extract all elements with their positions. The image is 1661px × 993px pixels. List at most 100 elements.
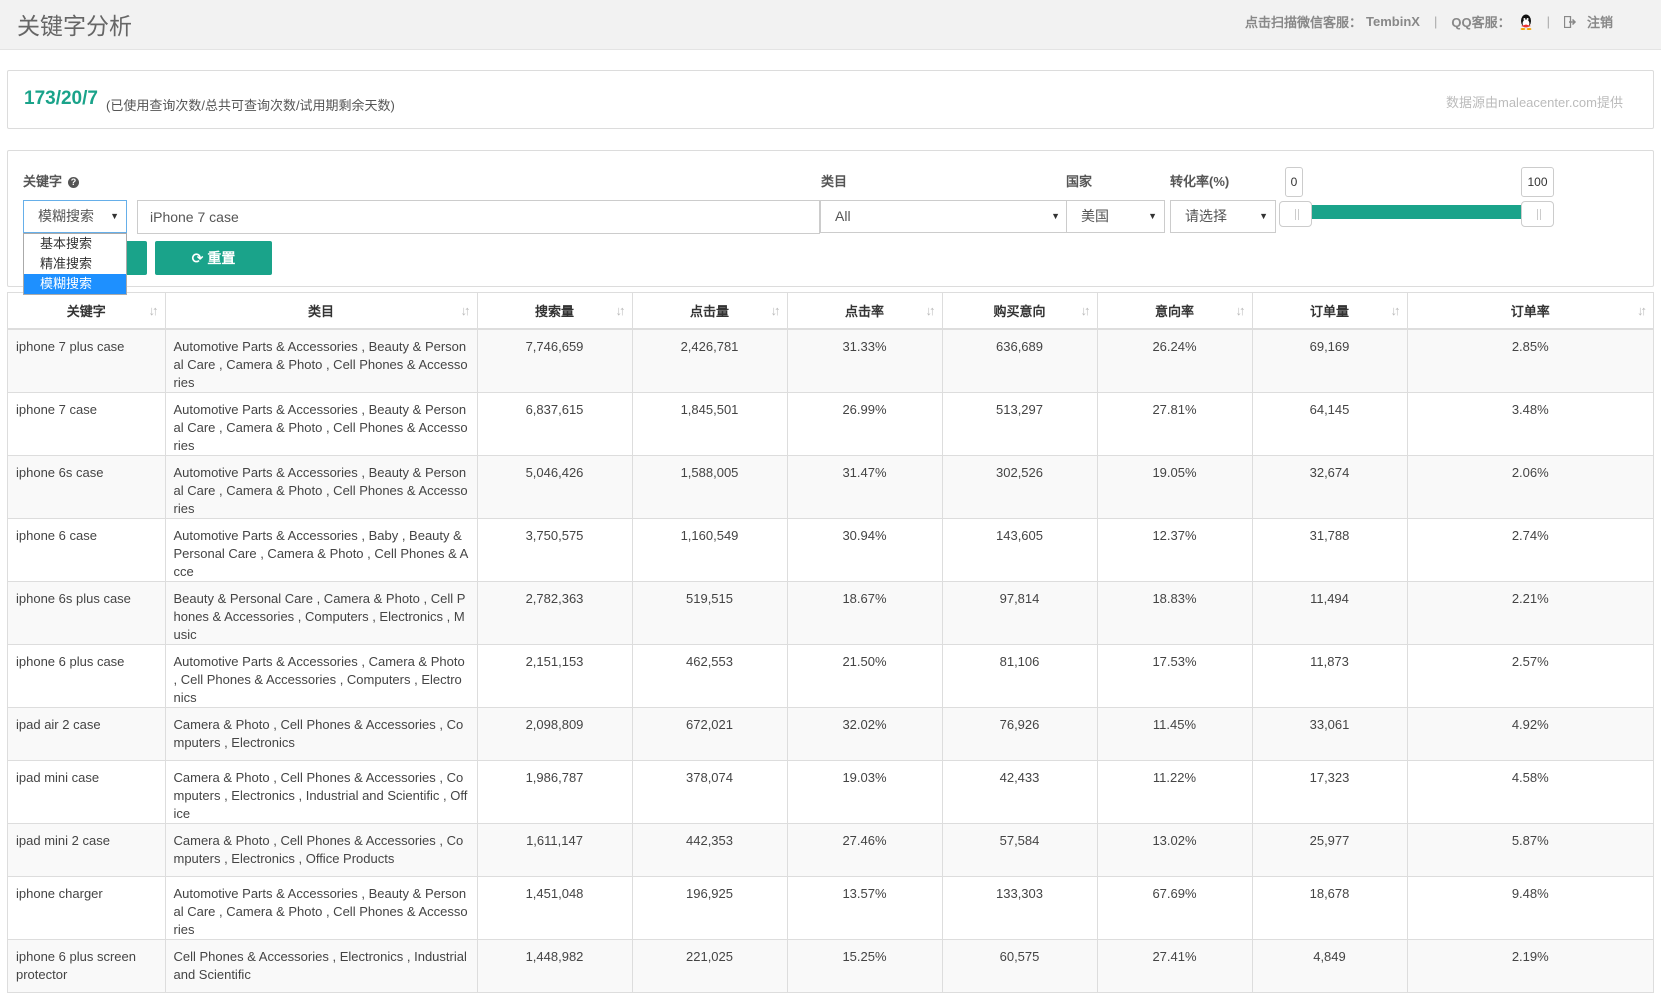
metric-cell: 15.25%	[787, 939, 943, 993]
qq-penguin-icon[interactable]	[1519, 14, 1533, 30]
table-row[interactable]: iphone 6 plus screen protector Cell Phone…	[8, 939, 1653, 993]
metric-cell: 25,977	[1252, 823, 1408, 877]
metric-cell: 76,926	[942, 707, 1098, 761]
column-header[interactable]: 关键字 ↓↑	[8, 293, 166, 330]
column-header[interactable]: 购买意向 ↓↑	[942, 293, 1098, 330]
metric-cell: 69,169	[1252, 329, 1408, 393]
column-header-label: 点击量	[689, 304, 729, 319]
metric-cell: 11,873	[1252, 644, 1408, 708]
sort-icon[interactable]: ↓↑	[771, 303, 781, 318]
table-row[interactable]: iphone 6s plus case Beauty & Personal Car…	[8, 581, 1653, 645]
wechat-label[interactable]: 点击扫描微信客服：	[1245, 12, 1362, 31]
search-mode-option-fuzzy[interactable]: 模糊搜索	[24, 274, 126, 294]
column-header-label: 点击率	[844, 304, 884, 319]
category-cell: Camera & Photo , Cell Phones & Accessori…	[165, 707, 478, 761]
column-header-label: 订单率	[1510, 304, 1550, 319]
keyword-cell: ipad air 2 case	[8, 707, 166, 761]
keyword-input[interactable]: iPhone 7 case	[137, 200, 820, 234]
table-row[interactable]: ipad mini 2 case Camera & Photo , Cell Ph…	[8, 823, 1653, 877]
keyword-label-text: 关键字	[23, 174, 63, 189]
sort-icon[interactable]: ↓↑	[461, 303, 471, 318]
metric-cell: 3,750,575	[477, 518, 633, 582]
metric-cell: 32,674	[1252, 455, 1408, 519]
metric-cell: 13.57%	[787, 876, 943, 940]
metric-cell: 1,451,048	[477, 876, 633, 940]
metric-cell: 11.45%	[1097, 707, 1253, 761]
metric-cell: 2.06%	[1407, 455, 1653, 519]
top-bar-links: 点击扫描微信客服： TembinX | QQ客服： | 注销	[1245, 12, 1613, 31]
usage-count: 173/20/7	[24, 88, 98, 109]
sort-icon[interactable]: ↓↑	[1637, 303, 1647, 318]
metric-cell: 5.87%	[1407, 823, 1653, 877]
reset-button-label: 重置	[207, 250, 236, 266]
country-value: 美国	[1081, 208, 1109, 224]
column-header[interactable]: 搜索量 ↓↑	[477, 293, 633, 330]
keyword-cell: ipad mini 2 case	[8, 823, 166, 877]
conversion-rate-select[interactable]: 请选择 ▼	[1170, 200, 1276, 233]
metric-cell: 2,098,809	[477, 707, 633, 761]
column-header[interactable]: 订单率 ↓↑	[1407, 293, 1653, 330]
table-row[interactable]: iphone 6s case Automotive Parts & Accesso…	[8, 455, 1653, 519]
top-bar: 关键字分析 点击扫描微信客服： TembinX | QQ客服： | 注销	[0, 0, 1661, 50]
metric-cell: 67.69%	[1097, 876, 1253, 940]
column-header-label: 购买意向	[993, 304, 1046, 319]
reset-button[interactable]: ⟳ 重置	[155, 241, 272, 275]
metric-cell: 519,515	[632, 581, 788, 645]
column-header[interactable]: 订单量 ↓↑	[1252, 293, 1408, 330]
column-header[interactable]: 点击量 ↓↑	[632, 293, 788, 330]
table-row[interactable]: iphone 6 plus case Automotive Parts & Acc…	[8, 644, 1653, 708]
metric-cell: 2.21%	[1407, 581, 1653, 645]
metric-cell: 4.58%	[1407, 760, 1653, 824]
column-header-label: 类目	[307, 304, 334, 319]
metric-cell: 17.53%	[1097, 644, 1253, 708]
sort-icon[interactable]: ↓↑	[1391, 303, 1401, 318]
metric-cell: 27.46%	[787, 823, 943, 877]
sort-icon[interactable]: ↓↑	[149, 303, 159, 318]
sort-icon[interactable]: ↓↑	[926, 303, 936, 318]
search-mode-option-exact[interactable]: 精准搜索	[24, 254, 126, 274]
column-header[interactable]: 类目 ↓↑	[165, 293, 478, 330]
logout-link[interactable]: 注销	[1587, 12, 1613, 31]
table-row[interactable]: ipad air 2 case Camera & Photo , Cell Pho…	[8, 707, 1653, 761]
category-select[interactable]: All ▼	[820, 200, 1068, 233]
metric-cell: 1,611,147	[477, 823, 633, 877]
column-header[interactable]: 点击率 ↓↑	[787, 293, 943, 330]
category-cell: Automotive Parts & Accessories , Camera …	[165, 644, 478, 708]
page-title: 关键字分析	[17, 13, 132, 39]
table-row[interactable]: ipad mini case Camera & Photo , Cell Phon…	[8, 760, 1653, 824]
category-cell: Cell Phones & Accessories , Electronics …	[165, 939, 478, 993]
range-slider-max-handle[interactable]	[1521, 201, 1554, 227]
table-row[interactable]: iphone charger Automotive Parts & Accesso…	[8, 876, 1653, 940]
caret-down-icon: ▼	[110, 211, 119, 221]
table-row[interactable]: iphone 7 plus case Automotive Parts & Acc…	[8, 329, 1653, 393]
sort-icon[interactable]: ↓↑	[616, 303, 626, 318]
search-mode-option-basic[interactable]: 基本搜索	[24, 234, 126, 254]
metric-cell: 1,160,549	[632, 518, 788, 582]
metric-cell: 2,426,781	[632, 329, 788, 393]
metric-cell: 133,303	[942, 876, 1098, 940]
question-circle-icon[interactable]: ?	[68, 177, 80, 188]
country-label: 国家	[1066, 174, 1093, 189]
metric-cell: 18.83%	[1097, 581, 1253, 645]
metric-cell: 64,145	[1252, 392, 1408, 456]
metric-cell: 60,575	[942, 939, 1098, 993]
keyword-cell: ipad mini case	[8, 760, 166, 824]
country-select[interactable]: 美国 ▼	[1066, 200, 1165, 233]
column-header-label: 搜索量	[534, 304, 574, 319]
metric-cell: 378,074	[632, 760, 788, 824]
sign-out-icon[interactable]	[1563, 15, 1577, 28]
wechat-name[interactable]: TembinX	[1366, 14, 1420, 29]
metric-cell: 636,689	[942, 329, 1098, 393]
table-row[interactable]: iphone 6 case Automotive Parts & Accessor…	[8, 518, 1653, 582]
column-header-label: 订单量	[1309, 304, 1349, 319]
range-slider-min-handle[interactable]	[1279, 201, 1312, 227]
metric-cell: 27.41%	[1097, 939, 1253, 993]
conversion-range-track[interactable]	[1300, 205, 1540, 219]
sort-icon[interactable]: ↓↑	[1081, 303, 1091, 318]
search-mode-select[interactable]: 模糊搜索 ▼	[23, 200, 127, 233]
metric-cell: 1,588,005	[632, 455, 788, 519]
sort-icon[interactable]: ↓↑	[1236, 303, 1246, 318]
metric-cell: 19.03%	[787, 760, 943, 824]
column-header[interactable]: 意向率 ↓↑	[1097, 293, 1253, 330]
table-row[interactable]: iphone 7 case Automotive Parts & Accessor…	[8, 392, 1653, 456]
